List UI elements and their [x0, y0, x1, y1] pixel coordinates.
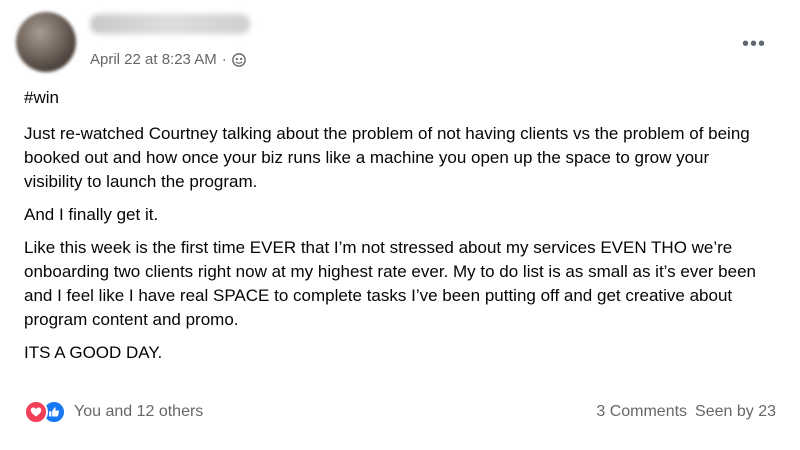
post-paragraph-1: Just re-watched Courtney talking about t… — [24, 124, 750, 191]
author-name-blurred[interactable] — [90, 14, 250, 34]
comments-count[interactable]: 3 Comments — [596, 403, 687, 421]
post-footer: You and 12 others 3 Comments Seen by 23 — [24, 400, 776, 424]
meta-separator: · — [221, 51, 227, 68]
love-reaction-icon[interactable] — [24, 400, 48, 424]
friends-icon[interactable] — [231, 53, 246, 67]
feed-post: April 22 at 8:23 AM · ••• #win Just re-w… — [0, 0, 800, 450]
post-paragraph-4: ITS A GOOD DAY. — [24, 343, 163, 362]
post-body: #win Just re-watched Courtney talking ab… — [24, 86, 764, 374]
author-avatar[interactable] — [16, 12, 76, 72]
post-paragraph-2: And I finally get it. — [24, 205, 159, 224]
post-meta: April 22 at 8:23 AM · — [90, 50, 246, 70]
reaction-icons[interactable] — [24, 400, 66, 424]
reactions-summary[interactable]: You and 12 others — [74, 403, 203, 421]
post-timestamp[interactable]: April 22 at 8:23 AM — [90, 50, 217, 70]
post-paragraph-3: Like this week is the first time EVER th… — [24, 238, 756, 329]
seen-by-count[interactable]: Seen by 23 — [695, 403, 776, 421]
more-options-icon[interactable]: ••• — [736, 26, 772, 62]
post-hashtag[interactable]: #win — [24, 86, 764, 110]
